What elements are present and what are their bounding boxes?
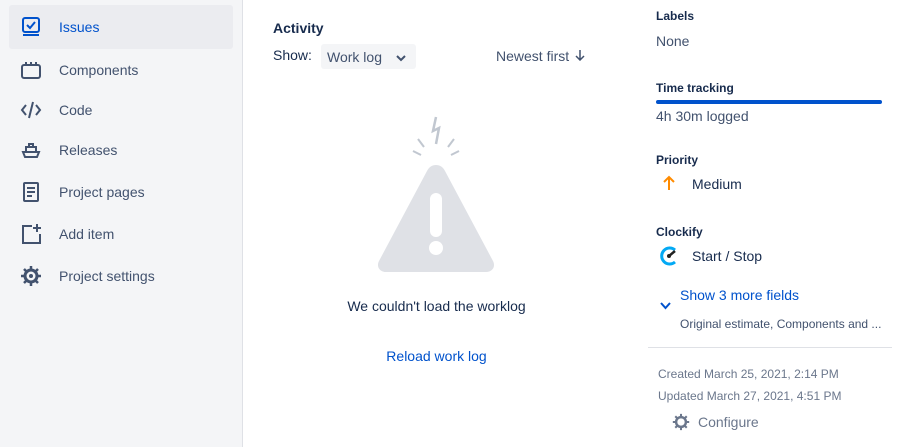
sidebar-item-components[interactable]: Components — [9, 48, 233, 92]
priority-value: Medium — [692, 176, 742, 192]
time-tracking-value: 4h 30m logged — [656, 108, 749, 124]
sort-order-button[interactable]: Newest first — [496, 48, 585, 64]
time-tracking-progress-bar[interactable] — [656, 100, 882, 104]
priority-medium-icon — [662, 175, 676, 194]
more-fields-summary: Original estimate, Components and ... — [680, 317, 882, 331]
releases-icon — [20, 139, 42, 161]
time-tracking-label: Time tracking — [656, 81, 734, 95]
sidebar-item-label: Add item — [59, 226, 115, 242]
divider — [648, 347, 892, 348]
show-label: Show: — [273, 47, 312, 63]
sidebar-item-label: Issues — [59, 19, 100, 35]
labels-field-label: Labels — [656, 9, 695, 23]
sidebar-item-label: Project settings — [59, 268, 155, 284]
created-date: Created March 25, 2021, 2:14 PM — [658, 367, 839, 381]
priority-label: Priority — [656, 153, 699, 167]
add-item-icon — [20, 223, 42, 245]
clockify-logo-icon — [658, 245, 680, 270]
project-pages-icon — [20, 181, 42, 203]
updated-date: Updated March 27, 2021, 4:51 PM — [658, 389, 842, 403]
chevron-down-icon — [396, 50, 406, 66]
components-icon — [20, 59, 42, 81]
sidebar-item-code[interactable]: Code — [9, 88, 233, 132]
sidebar-item-label: Project pages — [59, 184, 145, 200]
sort-order-label: Newest first — [496, 48, 570, 64]
chevron-down-icon — [660, 298, 671, 314]
issue-fields-panel: Labels None Time tracking 4h 30m logged … — [648, 0, 913, 447]
gear-icon — [20, 265, 42, 287]
activity-filter-value: Work log — [327, 48, 382, 65]
sidebar-item-label: Releases — [59, 142, 118, 158]
reload-work-log-link[interactable]: Reload work log — [243, 348, 630, 364]
sidebar-item-releases[interactable]: Releases — [9, 128, 233, 172]
sidebar-item-label: Code — [59, 102, 93, 118]
worklog-error-message: We couldn't load the worklog — [347, 298, 526, 314]
clockify-label: Clockify — [656, 225, 703, 239]
warning-illustration-icon — [373, 115, 499, 278]
sidebar-item-project-settings[interactable]: Project settings — [9, 254, 233, 298]
configure-label: Configure — [698, 414, 759, 430]
sidebar-item-issues[interactable]: Issues — [9, 5, 233, 49]
activity-title: Activity — [273, 20, 324, 36]
project-sidebar: Issues Components Code Releases Project … — [0, 0, 243, 447]
activity-filter-select[interactable]: Work log — [321, 44, 416, 69]
gear-icon — [672, 413, 690, 434]
clockify-value: Start / Stop — [692, 248, 763, 264]
sidebar-item-project-pages[interactable]: Project pages — [9, 170, 233, 214]
arrow-down-icon — [575, 48, 585, 64]
show-more-fields-label: Show 3 more fields — [680, 287, 800, 303]
activity-panel: Activity Show: Work log Newest first We … — [243, 0, 643, 447]
sidebar-item-add-item[interactable]: Add item — [9, 212, 233, 256]
issues-icon — [20, 16, 42, 38]
labels-field-value[interactable]: None — [656, 33, 689, 49]
code-icon — [20, 99, 42, 121]
sidebar-item-label: Components — [59, 62, 139, 78]
